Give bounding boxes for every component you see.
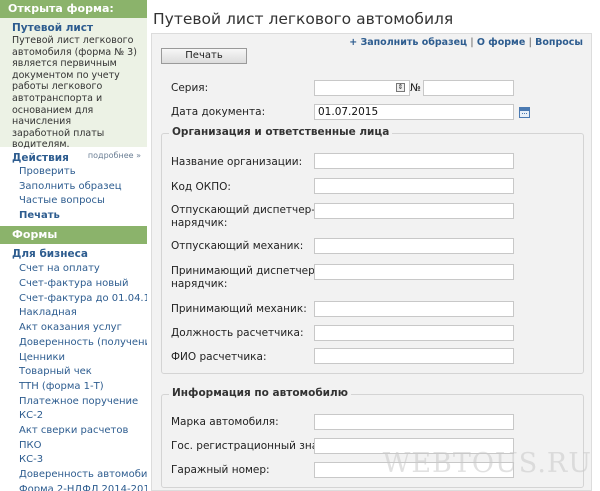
forms-header: Формы	[0, 226, 147, 245]
number-label: №	[410, 82, 421, 94]
car-legend: Информация по автомобилю	[169, 387, 351, 399]
org-name-label: Название организации:	[171, 156, 303, 168]
sidebar-form-link[interactable]: ПКО	[0, 439, 147, 454]
sidebar-form-link[interactable]: Форма 2-НДФЛ 2014-2015	[0, 483, 147, 491]
sidebar-form-link[interactable]: ТТН (форма 1-Т)	[0, 380, 147, 395]
dispatch-in-label-2: нарядчик:	[171, 278, 228, 290]
info-line: автомобиля (форма № 3)	[12, 46, 137, 58]
okpo-input[interactable]	[314, 178, 514, 194]
sidebar-form-link[interactable]: Счет-фактура до 01.04.12	[0, 292, 147, 307]
form-area: + Заполнить образец | О форме | Вопросы …	[151, 33, 592, 491]
okpo-label: Код ОКПО:	[171, 181, 231, 193]
mechanic-out-label: Отпускающий механик:	[171, 240, 304, 252]
sidebar-form-link[interactable]: Накладная	[0, 306, 147, 321]
info-line: основанием для начисления	[12, 104, 94, 128]
action-print[interactable]: Печать	[0, 209, 147, 224]
car-brand-input[interactable]	[314, 414, 514, 430]
mechanic-in-input[interactable]	[314, 301, 514, 317]
info-line: работы легкового	[12, 81, 103, 93]
sidebar-form-link[interactable]: Доверенность автомобиль	[0, 468, 147, 483]
info-line: документом по учету	[12, 69, 120, 81]
info-line: Путевой лист легкового	[12, 35, 134, 46]
date-input[interactable]: 01.07.2015	[314, 104, 514, 120]
sidebar-form-link[interactable]: КС-2	[0, 409, 147, 424]
sidebar-form-link[interactable]: Ценники	[0, 351, 147, 366]
sidebar-form-link[interactable]: Доверенность (получение)	[0, 336, 147, 351]
link-separator: |	[528, 37, 532, 48]
action-check[interactable]: Проверить	[0, 165, 147, 180]
questions-link[interactable]: Вопросы	[535, 37, 583, 48]
action-faq[interactable]: Частые вопросы	[0, 194, 147, 209]
number-input[interactable]	[423, 80, 514, 96]
sidebar-form-link[interactable]: КС-3	[0, 453, 147, 468]
form-info-title[interactable]: Путевой лист	[12, 22, 141, 34]
dispatch-out-label-2: нарядчик:	[171, 217, 228, 229]
sidebar-form-link[interactable]: Акт оказания услуг	[0, 321, 147, 336]
top-links: + Заполнить образец | О форме | Вопросы	[349, 37, 583, 48]
form-info-text: Путевой лист легкового автомобиля (форма…	[12, 35, 141, 151]
mechanic-out-input[interactable]	[314, 238, 514, 254]
sidebar-form-link[interactable]: Платежное поручение	[0, 395, 147, 410]
info-line: автотранспорта и	[12, 92, 103, 104]
stepper-icon[interactable]: ⇕	[396, 83, 405, 92]
date-label: Дата документа:	[171, 106, 266, 118]
calendar-icon[interactable]	[519, 107, 530, 118]
dispatch-in-input[interactable]	[314, 264, 514, 280]
car-brand-label: Марка автомобиля:	[171, 416, 279, 428]
sidebar-form-link[interactable]: Счет на оплату	[0, 262, 147, 277]
sidebar: Открыта форма: Путевой лист Путевой лист…	[0, 0, 147, 491]
info-line: заработной платы	[12, 127, 105, 139]
accountant-name-input[interactable]	[314, 348, 514, 364]
link-separator: |	[470, 37, 474, 48]
accountant-name-label: ФИО расчетчика:	[171, 351, 267, 363]
accountant-position-label: Должность расчетчика:	[171, 327, 304, 339]
sidebar-form-link[interactable]: Счет-фактура новый	[0, 277, 147, 292]
dispatch-out-label-1: Отпускающий диспетчер-	[171, 204, 316, 216]
open-form-header: Открыта форма:	[0, 0, 147, 18]
reg-plate-label: Гос. регистрационный знак:	[171, 440, 329, 452]
info-line: является первичным	[12, 58, 117, 70]
business-title[interactable]: Для бизнеса	[0, 246, 147, 262]
sidebar-form-link[interactable]: Товарный чек	[0, 365, 147, 380]
watermark: WEBTOUS.RU	[382, 448, 592, 479]
action-fill-sample[interactable]: Заполнить образец	[0, 180, 147, 195]
org-name-input[interactable]	[314, 153, 514, 169]
about-form-link[interactable]: О форме	[477, 37, 525, 48]
fill-sample-link[interactable]: + Заполнить образец	[349, 37, 467, 48]
garage-number-label: Гаражный номер:	[171, 464, 270, 476]
page-title: Путевой лист легкового автомобиля	[153, 10, 454, 28]
accountant-position-input[interactable]	[314, 325, 514, 341]
series-label: Серия:	[171, 82, 209, 94]
print-button[interactable]: Печать	[161, 48, 247, 64]
sidebar-form-link[interactable]: Акт сверки расчетов	[0, 424, 147, 439]
org-legend: Организация и ответственные лица	[169, 126, 393, 138]
form-info-box: Путевой лист Путевой лист легкового авто…	[0, 18, 147, 160]
dispatch-out-input[interactable]	[314, 203, 514, 219]
mechanic-in-label: Принимающий механик:	[171, 303, 307, 315]
main-content: Путевой лист легкового автомобиля + Запо…	[147, 0, 600, 491]
dispatch-in-label-1: Принимающий диспетчер-	[171, 265, 319, 277]
